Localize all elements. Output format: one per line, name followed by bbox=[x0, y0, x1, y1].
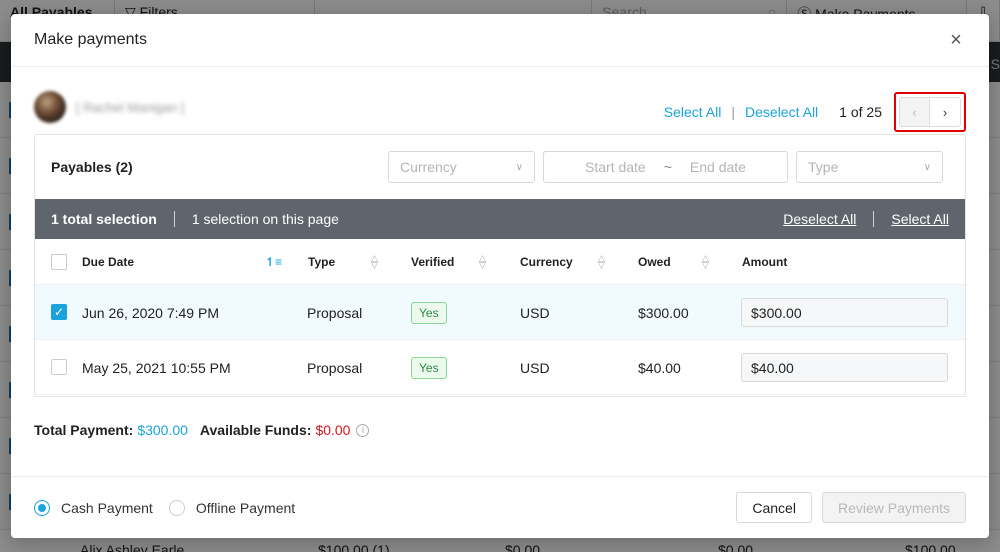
modal-footer: Cash Payment Offline Payment Cancel Revi… bbox=[11, 476, 989, 538]
column-currency[interactable]: Currency bbox=[520, 239, 573, 285]
deselect-all-link[interactable]: Deselect All bbox=[745, 104, 818, 120]
column-verified[interactable]: Verified bbox=[411, 239, 454, 285]
pager-highlight: ‹ › bbox=[894, 92, 966, 132]
previous-page-button[interactable]: ‹ bbox=[899, 97, 930, 127]
chevron-right-icon: › bbox=[942, 104, 948, 120]
payables-title: Payables (2) bbox=[51, 159, 133, 175]
currency: USD bbox=[520, 304, 550, 321]
total-payment-value: $300.00 bbox=[137, 422, 188, 438]
avatar bbox=[34, 91, 66, 123]
cancel-button[interactable]: Cancel bbox=[736, 492, 812, 523]
type-select[interactable]: Type ∨ bbox=[796, 151, 943, 183]
payables-card: Payables (2) Currency ∨ Start date ~ End… bbox=[34, 134, 966, 397]
payee-info: [ Rachel Manigan ] bbox=[34, 90, 184, 124]
info-icon[interactable]: i bbox=[356, 423, 370, 437]
close-icon[interactable]: × bbox=[946, 29, 966, 51]
column-due-date[interactable]: Due Date bbox=[82, 239, 134, 285]
review-payments-button[interactable]: Review Payments bbox=[821, 492, 966, 523]
verified-badge: Yes bbox=[411, 356, 447, 379]
next-page-button[interactable]: › bbox=[930, 97, 961, 127]
page-info: 1 of 25 bbox=[839, 104, 882, 120]
type: Proposal bbox=[307, 304, 363, 321]
sort-icon[interactable]: △ ▽ bbox=[702, 254, 709, 270]
end-date-input[interactable]: End date bbox=[690, 159, 746, 175]
cash-payment-label[interactable]: Cash Payment bbox=[61, 500, 153, 516]
due-date: May 25, 2021 10:55 PM bbox=[82, 359, 231, 376]
available-funds-label: Available Funds: bbox=[199, 422, 312, 438]
currency-select[interactable]: Currency ∨ bbox=[388, 151, 535, 183]
column-type[interactable]: Type bbox=[308, 239, 335, 285]
verified-badge: Yes bbox=[411, 301, 447, 324]
due-date: Jun 26, 2020 7:49 PM bbox=[82, 304, 219, 321]
select-all-link[interactable]: Select All bbox=[664, 104, 722, 120]
chevron-left-icon: ‹ bbox=[912, 104, 917, 120]
payee-actions: Select All | Deselect All 1 of 25 ‹ › bbox=[664, 92, 966, 132]
amount-input[interactable] bbox=[741, 353, 948, 382]
table-header: Due Date ↿≡ Type △ ▽ Verified △ ▽ Currency… bbox=[35, 239, 965, 285]
available-funds-value: $0.00 bbox=[315, 422, 351, 438]
page-selection: 1 selection on this page bbox=[191, 211, 339, 227]
payables-header: Payables (2) Currency ∨ Start date ~ End… bbox=[35, 135, 965, 199]
currency: USD bbox=[520, 359, 550, 376]
table-row[interactable]: May 25, 2021 10:55 PM Proposal Yes USD $… bbox=[35, 340, 965, 395]
chevron-down-icon: ∨ bbox=[515, 161, 523, 173]
sort-icon[interactable]: △ ▽ bbox=[598, 254, 605, 270]
select-all-checkbox[interactable] bbox=[51, 254, 67, 270]
offline-payment-radio[interactable] bbox=[168, 499, 185, 516]
separator: | bbox=[731, 104, 736, 120]
bar-select-all-link[interactable]: Select All bbox=[891, 211, 949, 227]
sort-ascending-icon[interactable]: ↿≡ bbox=[265, 256, 282, 268]
table-row[interactable]: ✓ Jun 26, 2020 7:49 PM Proposal Yes USD … bbox=[35, 285, 965, 340]
payee-name: [ Rachel Manigan ] bbox=[76, 99, 185, 115]
total-selection: 1 total selection bbox=[51, 211, 157, 227]
owed: $300.00 bbox=[638, 304, 689, 321]
owed: $40.00 bbox=[638, 359, 681, 376]
amount-input[interactable] bbox=[741, 298, 948, 327]
selection-bar: 1 total selection 1 selection on this pa… bbox=[35, 199, 965, 239]
row-checkbox[interactable]: ✓ bbox=[51, 304, 67, 320]
type: Proposal bbox=[307, 359, 363, 376]
payment-totals: Total Payment: $300.00 Available Funds: … bbox=[34, 422, 370, 438]
date-separator: ~ bbox=[663, 159, 672, 175]
sort-icon[interactable]: △ ▽ bbox=[479, 254, 486, 270]
modal-header: Make payments × bbox=[11, 14, 989, 67]
modal-title: Make payments bbox=[34, 31, 147, 48]
row-checkbox[interactable] bbox=[51, 359, 67, 375]
total-payment-label: Total Payment: bbox=[34, 422, 134, 438]
cash-payment-radio[interactable] bbox=[34, 499, 50, 516]
date-range-picker[interactable]: Start date ~ End date bbox=[543, 151, 788, 183]
start-date-input[interactable]: Start date bbox=[585, 159, 646, 175]
sort-icon[interactable]: △ ▽ bbox=[371, 254, 378, 270]
column-owed[interactable]: Owed bbox=[638, 239, 671, 285]
chevron-down-icon: ∨ bbox=[923, 161, 931, 173]
make-payments-modal: Make payments × [ Rachel Manigan ] Selec… bbox=[11, 14, 989, 538]
column-amount: Amount bbox=[742, 255, 788, 269]
offline-payment-label[interactable]: Offline Payment bbox=[196, 500, 295, 516]
bar-deselect-all-link[interactable]: Deselect All bbox=[783, 211, 856, 227]
